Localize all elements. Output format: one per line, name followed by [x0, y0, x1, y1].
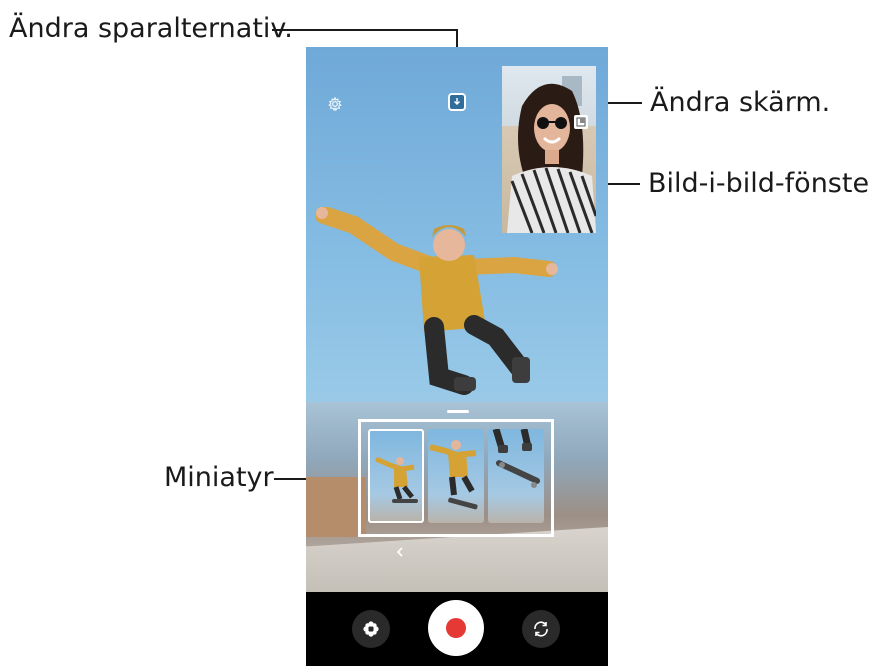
thumbnail-2-figure	[429, 440, 478, 510]
pip-window-callout: Bild-i-bild-fönster	[648, 168, 869, 199]
skateboarder-figure	[315, 207, 558, 395]
save-options-callout: Ändra sparalternativ.	[9, 13, 293, 44]
record-dot	[446, 618, 466, 638]
download-icon	[454, 98, 460, 105]
switch-screen-callout: Ändra skärm.	[650, 87, 831, 118]
thumbnail-drag-handle[interactable]	[447, 410, 469, 413]
scene-building	[306, 477, 366, 537]
save-option-button[interactable]	[448, 93, 466, 111]
flip-camera-button[interactable]	[522, 610, 560, 648]
flower-icon	[363, 621, 379, 637]
thumbnail-3-figure	[492, 429, 541, 488]
settings-button[interactable]	[326, 95, 344, 113]
camera-viewfinder[interactable]	[306, 47, 608, 666]
flip-camera-icon	[534, 621, 548, 637]
camera-control-bar	[306, 592, 608, 666]
pip-window[interactable]	[502, 66, 596, 233]
switch-screen-button[interactable]	[574, 115, 588, 129]
switch-screen-icon	[576, 117, 586, 127]
pip-person	[507, 83, 596, 233]
thumbnail-1-figure	[375, 456, 418, 503]
save-options-leader	[272, 29, 457, 31]
record-button[interactable]	[428, 600, 484, 656]
thumbnail-2[interactable]	[428, 429, 484, 523]
thumbnail-1[interactable]	[368, 429, 424, 523]
chevron-left-icon	[396, 547, 403, 557]
thumbnail-callout: Miniatyr	[164, 462, 274, 493]
thumbnail-3[interactable]	[488, 429, 544, 523]
gear-icon	[328, 97, 342, 111]
effects-button[interactable]	[352, 610, 390, 648]
collapse-thumbnails-button[interactable]	[394, 545, 406, 559]
